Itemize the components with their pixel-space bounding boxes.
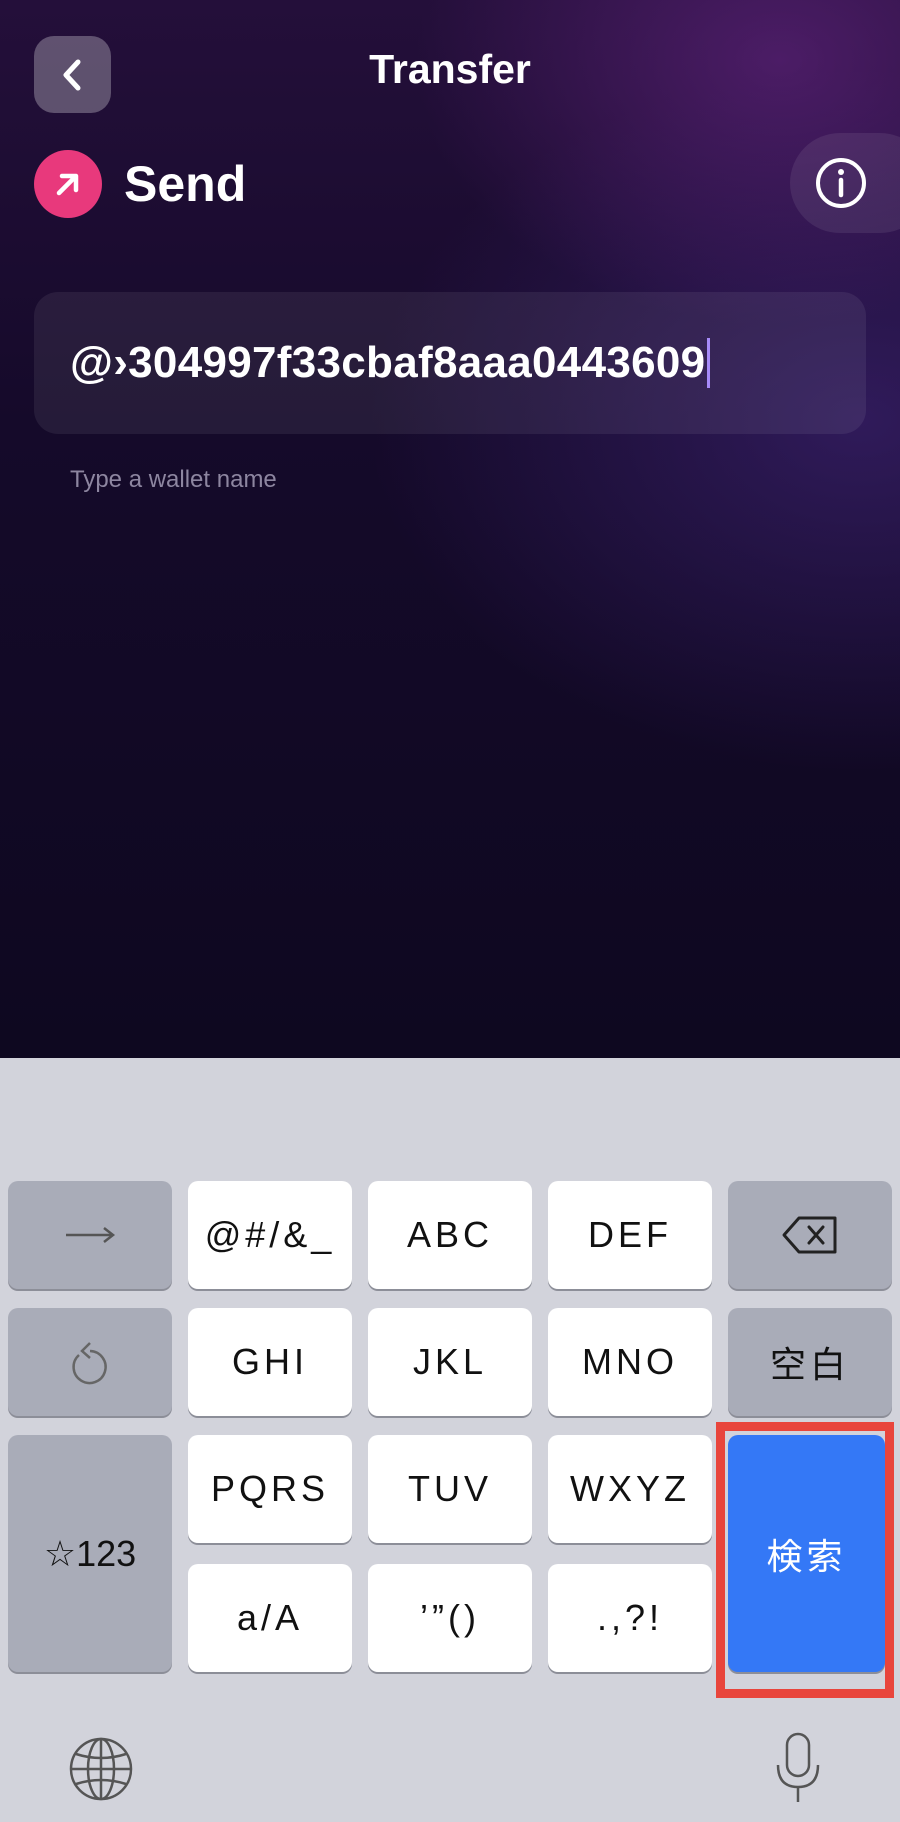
undo-icon xyxy=(72,1342,107,1385)
symbols-key[interactable]: ☆123 xyxy=(8,1435,172,1672)
info-circle-icon xyxy=(816,158,866,208)
key-def[interactable]: DEF xyxy=(548,1181,712,1289)
key-wxyz[interactable]: WXYZ xyxy=(548,1435,712,1543)
wallet-name-input[interactable]: @›304997f33cbaf8aaa0443609 xyxy=(34,292,866,434)
wallet-name-input-value: @›304997f33cbaf8aaa0443609 xyxy=(70,338,706,387)
keyboard: @#/&_ ABC DEF GHI JKL MNO 空白 ☆123 PQRS T… xyxy=(0,1058,900,1822)
undo-key[interactable] xyxy=(8,1308,172,1416)
globe-key[interactable] xyxy=(66,1734,136,1804)
search-key[interactable]: 検索 xyxy=(728,1435,885,1672)
key-case-toggle[interactable]: a/A xyxy=(188,1564,352,1672)
key-pqrs[interactable]: PQRS xyxy=(188,1435,352,1543)
page-title: Transfer xyxy=(369,46,531,92)
transfer-screen: Transfer Send @›304997f33cbaf8aaa0443609… xyxy=(0,0,900,1058)
key-quotes[interactable]: ’”() xyxy=(368,1564,532,1672)
key-punctuation[interactable]: .,?! xyxy=(548,1564,712,1672)
key-mno[interactable]: MNO xyxy=(548,1308,712,1416)
input-hint: Type a wallet name xyxy=(70,466,277,493)
globe-icon xyxy=(69,1737,133,1801)
send-section-header: Send xyxy=(34,150,246,218)
key-abc[interactable]: ABC xyxy=(368,1181,532,1289)
info-button[interactable] xyxy=(790,133,900,233)
key-jkl[interactable]: JKL xyxy=(368,1308,532,1416)
key-symbols[interactable]: @#/&_ xyxy=(188,1181,352,1289)
key-tuv[interactable]: TUV xyxy=(368,1435,532,1543)
arrow-up-right-icon xyxy=(34,150,102,218)
text-caret xyxy=(707,338,711,388)
microphone-key[interactable] xyxy=(770,1730,826,1806)
key-ghi[interactable]: GHI xyxy=(188,1308,352,1416)
tab-key[interactable] xyxy=(8,1181,172,1289)
space-key[interactable]: 空白 xyxy=(728,1308,892,1416)
arrow-right-icon xyxy=(66,1227,116,1243)
backspace-icon xyxy=(782,1216,837,1254)
delete-key[interactable] xyxy=(728,1181,892,1289)
microphone-icon xyxy=(776,1732,820,1802)
send-label: Send xyxy=(124,156,247,212)
